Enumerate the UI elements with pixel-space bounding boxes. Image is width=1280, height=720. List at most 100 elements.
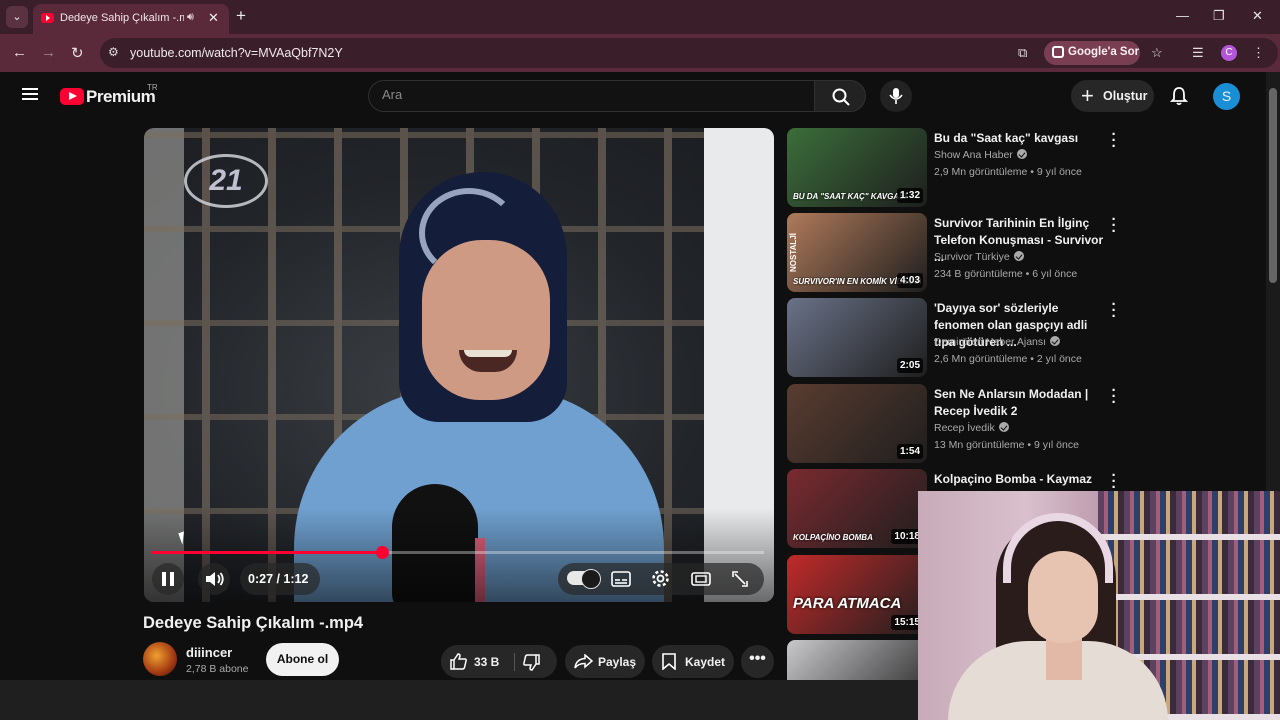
voice-search-button[interactable] xyxy=(880,80,912,112)
recommendation-channel[interactable]: Show Ana Haber xyxy=(934,149,1027,161)
fullscreen-icon[interactable] xyxy=(732,571,748,587)
site-info-icon[interactable]: ⚙ xyxy=(108,45,119,59)
url-text[interactable]: youtube.com/watch?v=MVAaQbf7N2Y xyxy=(130,46,343,60)
verified-badge-icon xyxy=(998,422,1009,432)
theater-mode-icon[interactable] xyxy=(691,571,711,587)
subscribe-button[interactable]: Abone ol xyxy=(266,643,339,676)
search-button[interactable] xyxy=(814,80,866,112)
more-actions-icon[interactable]: ••• xyxy=(741,645,774,678)
webcam-headset xyxy=(1003,513,1113,583)
tab-title: Dedeye Sahip Çıkalım -.mp4 xyxy=(60,12,184,24)
video-duration: 2:05 xyxy=(896,358,923,373)
video-duration: 1:32 xyxy=(896,188,923,203)
active-tab[interactable]: Dedeye Sahip Çıkalım -.mp4 🔊︎ ✕ xyxy=(33,4,229,34)
progress-scrubber[interactable] xyxy=(375,546,389,559)
cast-icon[interactable]: ⧉ xyxy=(1018,45,1027,61)
minimize-icon[interactable]: — xyxy=(1176,8,1189,23)
video-thumbnail[interactable]: KOLPAÇİNO BOMBA 10:18 xyxy=(787,469,927,548)
recommendation-channel[interactable]: Survivor Türkiye xyxy=(934,251,1024,263)
channel-name: Recep İvedik xyxy=(934,422,995,434)
reading-list-icon[interactable]: ☰ xyxy=(1192,45,1204,61)
forward-icon[interactable]: → xyxy=(41,44,56,61)
video-player[interactable]: 21 0:27 / 1:12 xyxy=(144,128,774,602)
address-bar[interactable]: ⚙ youtube.com/watch?v=MVAaQbf7N2Y ⧉ Goog… xyxy=(100,38,1278,68)
like-count[interactable]: 33 B xyxy=(474,655,499,669)
create-button[interactable]: + Oluştur xyxy=(1071,80,1154,112)
notifications-bell-icon[interactable] xyxy=(1170,86,1188,106)
channel-name[interactable]: diiincer xyxy=(186,645,232,660)
more-options-icon[interactable]: · · · xyxy=(1109,468,1119,495)
speaker-icon[interactable]: 🔊︎ xyxy=(187,11,194,24)
channel-name: Show Ana Haber xyxy=(934,149,1013,161)
bookmark-icon xyxy=(662,653,676,670)
settings-gear-icon[interactable] xyxy=(651,569,670,588)
dislike-thumb-icon[interactable] xyxy=(523,654,540,671)
plus-icon: + xyxy=(1081,83,1094,108)
menu-icon[interactable] xyxy=(22,88,38,100)
verified-badge-icon xyxy=(1050,336,1061,346)
like-divider xyxy=(514,653,515,671)
recommendation-title[interactable]: Kolpaçino Bomba - Kaymaz xyxy=(934,471,1106,488)
close-window-icon[interactable]: ✕ xyxy=(1252,8,1263,24)
search-input[interactable] xyxy=(382,87,802,102)
recommendation-title[interactable]: Bu da "Saat kaç" kavgası xyxy=(934,130,1106,147)
account-avatar[interactable]: S xyxy=(1213,83,1240,110)
channel-avatar[interactable] xyxy=(143,642,177,676)
save-button[interactable]: Kaydet xyxy=(652,645,734,678)
recommendation-item[interactable]: 2:05 'Dayıya sor' sözleriyle fenomen olan… xyxy=(787,297,1262,378)
video-thumbnail[interactable]: 2:05 xyxy=(787,298,927,377)
channel-21-logo: 21 xyxy=(184,154,268,208)
volume-button[interactable] xyxy=(198,563,230,595)
subtitles-icon[interactable] xyxy=(611,571,631,587)
scrollbar-thumb[interactable] xyxy=(1269,88,1277,283)
save-label: Kaydet xyxy=(685,655,726,669)
share-button[interactable]: Paylaş xyxy=(565,645,645,678)
video-thumbnail[interactable]: PARA ATMACA 15:15 xyxy=(787,555,927,634)
recommendation-title[interactable]: Sen Ne Anlarsın Modadan | Recep İvedik 2 xyxy=(934,386,1106,420)
microphone-icon xyxy=(889,88,903,104)
search-box[interactable] xyxy=(368,80,814,112)
ask-google-button[interactable]: Google'a Sor xyxy=(1044,41,1140,65)
more-options-icon[interactable]: · · · xyxy=(1109,127,1119,154)
back-icon[interactable]: ← xyxy=(12,44,27,61)
recommendation-meta: 2,6 Mn görüntüleme • 2 yıl önce xyxy=(934,353,1082,365)
youtube-header: Premium TR + Oluştur S xyxy=(0,72,1266,120)
video-title: Dedeye Sahip Çıkalım -.mp4 xyxy=(143,614,364,632)
video-thumbnail[interactable]: SURVIVOR'IN EN KOMİK VİDEOSU NOSTALJİ 4:03 xyxy=(787,213,927,292)
recommendation-channel[interactable]: Demirören Haber Ajansı xyxy=(934,336,1061,348)
autoplay-toggle[interactable] xyxy=(567,569,601,589)
video-person-face xyxy=(422,240,550,400)
youtube-logo-icon[interactable] xyxy=(60,88,84,105)
like-dislike-group: 33 B xyxy=(441,645,557,678)
more-options-icon[interactable]: · · · xyxy=(1109,212,1119,239)
play-pause-button[interactable] xyxy=(152,563,184,595)
tab-search-button[interactable]: ⌄ xyxy=(6,6,28,28)
youtube-favicon-icon xyxy=(41,13,54,23)
video-thumbnail[interactable]: 1:54 xyxy=(787,384,927,463)
create-label: Oluştur xyxy=(1103,89,1148,103)
maximize-icon[interactable]: ❐ xyxy=(1213,8,1225,24)
video-duration: 1:54 xyxy=(896,444,923,459)
time-display: 0:27 / 1:12 xyxy=(248,572,309,586)
like-thumb-icon[interactable] xyxy=(450,653,467,670)
recommendation-item[interactable]: BU DA "SAAT KAÇ" KAVGASI 1:32 Bu da "Saat … xyxy=(787,127,1262,208)
recommendation-meta: 234 B görüntüleme • 6 yıl önce xyxy=(934,268,1078,280)
bookmark-star-icon[interactable]: ☆ xyxy=(1151,45,1163,61)
logo-text[interactable]: Premium xyxy=(86,87,156,107)
progress-bar[interactable] xyxy=(152,546,764,559)
more-options-icon[interactable]: · · · xyxy=(1109,383,1119,410)
recommendation-item[interactable]: SURVIVOR'IN EN KOMİK VİDEOSU NOSTALJİ 4:03… xyxy=(787,212,1262,293)
reload-icon[interactable]: ↻ xyxy=(71,44,84,62)
recommendation-channel[interactable]: Recep İvedik xyxy=(934,422,1009,434)
ask-google-label: Google'a Sor xyxy=(1068,46,1140,58)
more-options-icon[interactable]: · · · xyxy=(1109,297,1119,324)
recommendation-item[interactable]: 1:54 Sen Ne Anlarsın Modadan | Recep İved… xyxy=(787,383,1262,464)
close-tab-icon[interactable]: ✕ xyxy=(208,10,219,26)
browser-menu-icon[interactable]: ⋮ xyxy=(1252,45,1265,61)
new-tab-button[interactable]: + xyxy=(236,6,246,26)
profile-avatar[interactable]: C xyxy=(1221,45,1237,61)
share-arrow-icon xyxy=(574,654,593,669)
page-below-fold xyxy=(0,680,918,720)
search-icon xyxy=(832,88,850,106)
video-thumbnail[interactable]: BU DA "SAAT KAÇ" KAVGASI 1:32 xyxy=(787,128,927,207)
